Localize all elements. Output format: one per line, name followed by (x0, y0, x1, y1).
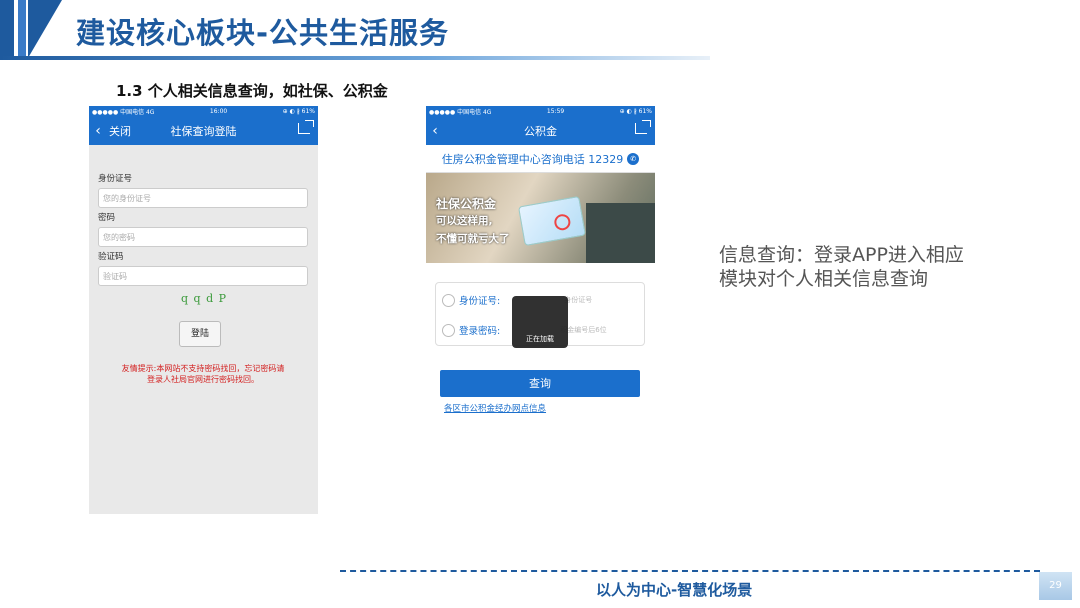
header-slant (28, 0, 62, 58)
carrier-text: ●●●●● 中国电信 4G (429, 109, 492, 116)
page-title: 建设核心板块-公共生活服务 (76, 16, 450, 50)
back-icon[interactable]: ‹ (89, 123, 107, 139)
share-icon[interactable] (298, 120, 314, 134)
card-image (517, 195, 587, 247)
hotline-text: 住房公积金管理中心咨询电话 12329 (441, 152, 624, 166)
query-button[interactable]: 查询 (440, 370, 640, 397)
social-security-login-screenshot: ●●●●● 中国电信 4G 16:00 ⊕ ◐ ∦ 61% ‹ 关闭 社保查询登… (89, 106, 318, 514)
status-time: 16:00 (209, 108, 228, 115)
password-input[interactable]: 您的密码 (98, 227, 308, 247)
slide: 建设核心板块-公共生活服务 1.3 个人相关信息查询，如社保、公积金 ●●●●●… (0, 0, 1080, 608)
description-text: 信息查询：登录APP进入相应模块对个人相关信息查询 (719, 244, 964, 290)
banner-line-3: 不懂可就亏大了 (436, 233, 510, 245)
housing-fund-screenshot: ●●●●● 中国电信 4G 15:59 ⊕ ◐ ∦ 61% ‹ 公积金 住房公积… (426, 106, 655, 416)
terminal-image (586, 203, 655, 263)
battery-text: ⊕ ◐ ∦ 61% (282, 108, 315, 115)
header-underline (0, 56, 710, 60)
nav-bar: ‹ 公积金 (426, 117, 655, 145)
header-stripe (0, 0, 14, 58)
nav-title: 公积金 (524, 125, 557, 138)
login-button[interactable]: 登陆 (179, 321, 221, 347)
captcha-image[interactable]: q q d P (181, 292, 227, 305)
status-bar: ●●●●● 中国电信 4G 15:59 ⊕ ◐ ∦ 61% (426, 106, 655, 117)
banner-line-2: 可以这样用, (436, 215, 493, 227)
password-label: 登录密码: (459, 326, 501, 337)
status-bar: ●●●●● 中国电信 4G 16:00 ⊕ ◐ ∦ 61% (89, 106, 318, 117)
phone-icon: ✆ (627, 152, 640, 165)
nav-bar: ‹ 关闭 社保查询登陆 (89, 117, 318, 145)
tip-text: 友情提示:本网站不支持密码找回，忘记密码请登录人社局官网进行密码找回。 (121, 364, 285, 384)
hotline-bar[interactable]: 住房公积金管理中心咨询电话 12329 ✆ (426, 145, 655, 173)
promo-banner[interactable]: 社保公积金 可以这样用, 不懂可就亏大了 (426, 173, 655, 263)
id-label: 身份证号: (459, 296, 501, 307)
loading-toast: 正在加载 (512, 296, 568, 348)
page-number: 29 (1039, 572, 1072, 600)
banner-line-1: 社保公积金 (436, 197, 497, 211)
id-input[interactable]: 您的身份证号 (98, 188, 308, 208)
back-icon[interactable]: ‹ (426, 123, 444, 139)
status-time: 15:59 (546, 108, 565, 115)
id-label: 身份证号 (98, 174, 133, 184)
branch-info-link[interactable]: 各区市公积金经办网点信息 (444, 402, 546, 414)
close-button[interactable]: 关闭 (107, 123, 131, 139)
header-stripe-light (18, 0, 26, 58)
user-icon (442, 293, 455, 307)
captcha-input[interactable]: 验证码 (98, 266, 308, 286)
id-input[interactable]: 身份证号 (564, 295, 592, 305)
captcha-label: 验证码 (98, 252, 124, 262)
lock-icon (442, 323, 455, 337)
carrier-text: ●●●●● 中国电信 4G (92, 109, 155, 116)
share-icon[interactable] (635, 120, 651, 134)
footer-text: 以人为中心-智慧化场景 (596, 581, 753, 599)
footer-divider (340, 570, 1040, 573)
battery-text: ⊕ ◐ ∦ 61% (619, 108, 652, 115)
password-label: 密码 (98, 213, 116, 223)
section-title: 1.3 个人相关信息查询，如社保、公积金 (116, 82, 388, 100)
